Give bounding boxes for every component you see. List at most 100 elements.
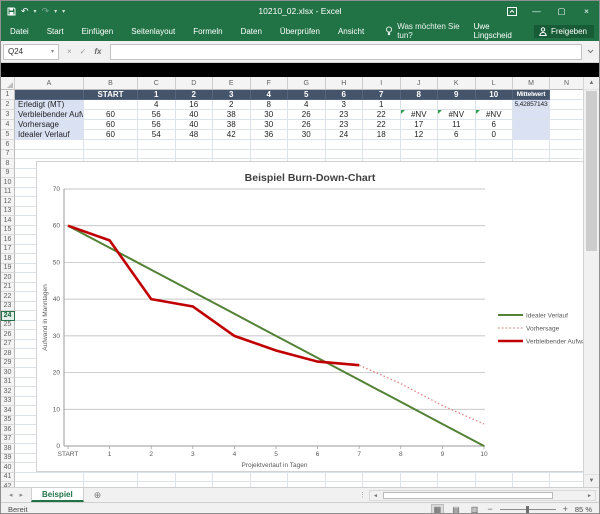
- row-header-24[interactable]: 24: [1, 311, 15, 321]
- sheet-prev-icon[interactable]: ◂: [9, 491, 13, 499]
- cell-N2[interactable]: [550, 100, 584, 110]
- cell-E7[interactable]: [213, 150, 251, 160]
- cell-A7[interactable]: [15, 150, 84, 160]
- cell-M3[interactable]: [513, 110, 550, 120]
- scroll-right-icon[interactable]: ►: [584, 491, 595, 500]
- close-button[interactable]: ×: [574, 1, 599, 21]
- cell-I1[interactable]: 7: [363, 90, 401, 100]
- cell-K7[interactable]: [438, 150, 476, 160]
- cell-L41[interactable]: [476, 473, 514, 483]
- cell-I41[interactable]: [363, 473, 401, 483]
- vertical-scrollbar[interactable]: ▲ ▼: [583, 77, 599, 487]
- formula-bar-expand-icon[interactable]: [582, 47, 599, 56]
- cell-I6[interactable]: [363, 140, 401, 150]
- cell-F3[interactable]: 30: [251, 110, 289, 120]
- maximize-button[interactable]: ▢: [549, 1, 574, 21]
- cell-E41[interactable]: [213, 473, 251, 483]
- ribbon-tab-start[interactable]: Start: [38, 21, 73, 41]
- cell-F5[interactable]: 36: [251, 130, 289, 140]
- cell-D6[interactable]: [176, 140, 214, 150]
- cell-D4[interactable]: 40: [176, 120, 214, 130]
- name-box-dropdown-icon[interactable]: ▾: [51, 48, 54, 55]
- insert-function-icon[interactable]: fx: [94, 47, 101, 56]
- enter-icon[interactable]: ✓: [80, 47, 87, 56]
- cell-B7[interactable]: [84, 150, 138, 160]
- row-header-29[interactable]: 29: [1, 359, 15, 369]
- cell-I2[interactable]: 1: [363, 100, 401, 110]
- row-header-27[interactable]: 27: [1, 340, 15, 350]
- cell-E2[interactable]: 2: [213, 100, 251, 110]
- cell-M2[interactable]: 5,42857143: [513, 100, 550, 110]
- row-header-10[interactable]: 10: [1, 178, 15, 188]
- cell-J6[interactable]: [401, 140, 439, 150]
- row-header-18[interactable]: 18: [1, 254, 15, 264]
- zoom-slider-thumb[interactable]: [526, 506, 529, 513]
- row-header-41[interactable]: 41: [1, 473, 15, 483]
- cell-A5[interactable]: Idealer Verlauf: [15, 130, 84, 140]
- cell-E5[interactable]: 42: [213, 130, 251, 140]
- horizontal-scroll-thumb[interactable]: [383, 492, 553, 499]
- row-header-16[interactable]: 16: [1, 235, 15, 245]
- row-header-9[interactable]: 9: [1, 169, 15, 179]
- cell-B4[interactable]: 60: [84, 120, 138, 130]
- cell-B2[interactable]: [84, 100, 138, 110]
- ribbon-display-options-icon[interactable]: [499, 1, 524, 21]
- cell-J4[interactable]: 17: [401, 120, 439, 130]
- cell-K41[interactable]: [438, 473, 476, 483]
- cell-A6[interactable]: [15, 140, 84, 150]
- cell-J5[interactable]: 12: [401, 130, 439, 140]
- select-all-corner[interactable]: [1, 77, 15, 90]
- ribbon-tab-seitenlayout[interactable]: Seitenlayout: [122, 21, 184, 41]
- cell-H7[interactable]: [326, 150, 364, 160]
- cell-N4[interactable]: [550, 120, 584, 130]
- series-line-verbleibender-aufwand[interactable]: [68, 226, 359, 366]
- zoom-slider[interactable]: [500, 509, 556, 510]
- cell-N6[interactable]: [550, 140, 584, 150]
- cell-M6[interactable]: [513, 140, 550, 150]
- share-button[interactable]: Freigeben: [534, 25, 594, 38]
- cell-F7[interactable]: [251, 150, 289, 160]
- cell-E4[interactable]: 38: [213, 120, 251, 130]
- cell-A4[interactable]: Vorhersage: [15, 120, 84, 130]
- cell-G4[interactable]: 26: [288, 120, 326, 130]
- add-sheet-icon[interactable]: ⊕: [94, 490, 102, 501]
- sheet-next-icon[interactable]: ▸: [20, 491, 24, 499]
- vertical-scroll-thumb[interactable]: [586, 91, 597, 251]
- row-header-3[interactable]: 3: [1, 110, 15, 120]
- scroll-left-icon[interactable]: ◄: [370, 491, 381, 500]
- cell-G7[interactable]: [288, 150, 326, 160]
- row-header-17[interactable]: 17: [1, 245, 15, 255]
- row-header-37[interactable]: 37: [1, 435, 15, 445]
- row-header-13[interactable]: 13: [1, 207, 15, 217]
- column-header-G[interactable]: G: [288, 77, 326, 90]
- column-header-A[interactable]: A: [15, 77, 84, 90]
- cell-N7[interactable]: [550, 150, 584, 160]
- cell-J7[interactable]: [401, 150, 439, 160]
- cell-M41[interactable]: [513, 473, 550, 483]
- cell-H5[interactable]: 24: [326, 130, 364, 140]
- burn-down-chart[interactable]: 010203040506070START12345678910Beispiel …: [36, 161, 584, 472]
- row-header-25[interactable]: 25: [1, 321, 15, 331]
- cancel-icon[interactable]: ×: [67, 47, 72, 56]
- row-header-15[interactable]: 15: [1, 226, 15, 236]
- cell-B41[interactable]: [84, 473, 138, 483]
- row-header-22[interactable]: 22: [1, 292, 15, 302]
- cell-K2[interactable]: [438, 100, 476, 110]
- cell-L2[interactable]: [476, 100, 514, 110]
- cell-F4[interactable]: 30: [251, 120, 289, 130]
- cell-L7[interactable]: [476, 150, 514, 160]
- cell-G2[interactable]: 4: [288, 100, 326, 110]
- column-header-D[interactable]: D: [176, 77, 214, 90]
- cell-J1[interactable]: 8: [401, 90, 439, 100]
- row-header-32[interactable]: 32: [1, 387, 15, 397]
- cell-A3[interactable]: Verbleibender Aufwand: [15, 110, 84, 120]
- cell-H6[interactable]: [326, 140, 364, 150]
- cell-N41[interactable]: [550, 473, 584, 483]
- formula-input[interactable]: [110, 44, 583, 60]
- cell-A2[interactable]: Erledigt (MT): [15, 100, 84, 110]
- column-header-F[interactable]: F: [251, 77, 289, 90]
- ribbon-tab-datei[interactable]: Datei: [1, 21, 38, 41]
- ribbon-tab-daten[interactable]: Daten: [232, 21, 271, 41]
- cell-I7[interactable]: [363, 150, 401, 160]
- zoom-out-icon[interactable]: −: [487, 504, 492, 514]
